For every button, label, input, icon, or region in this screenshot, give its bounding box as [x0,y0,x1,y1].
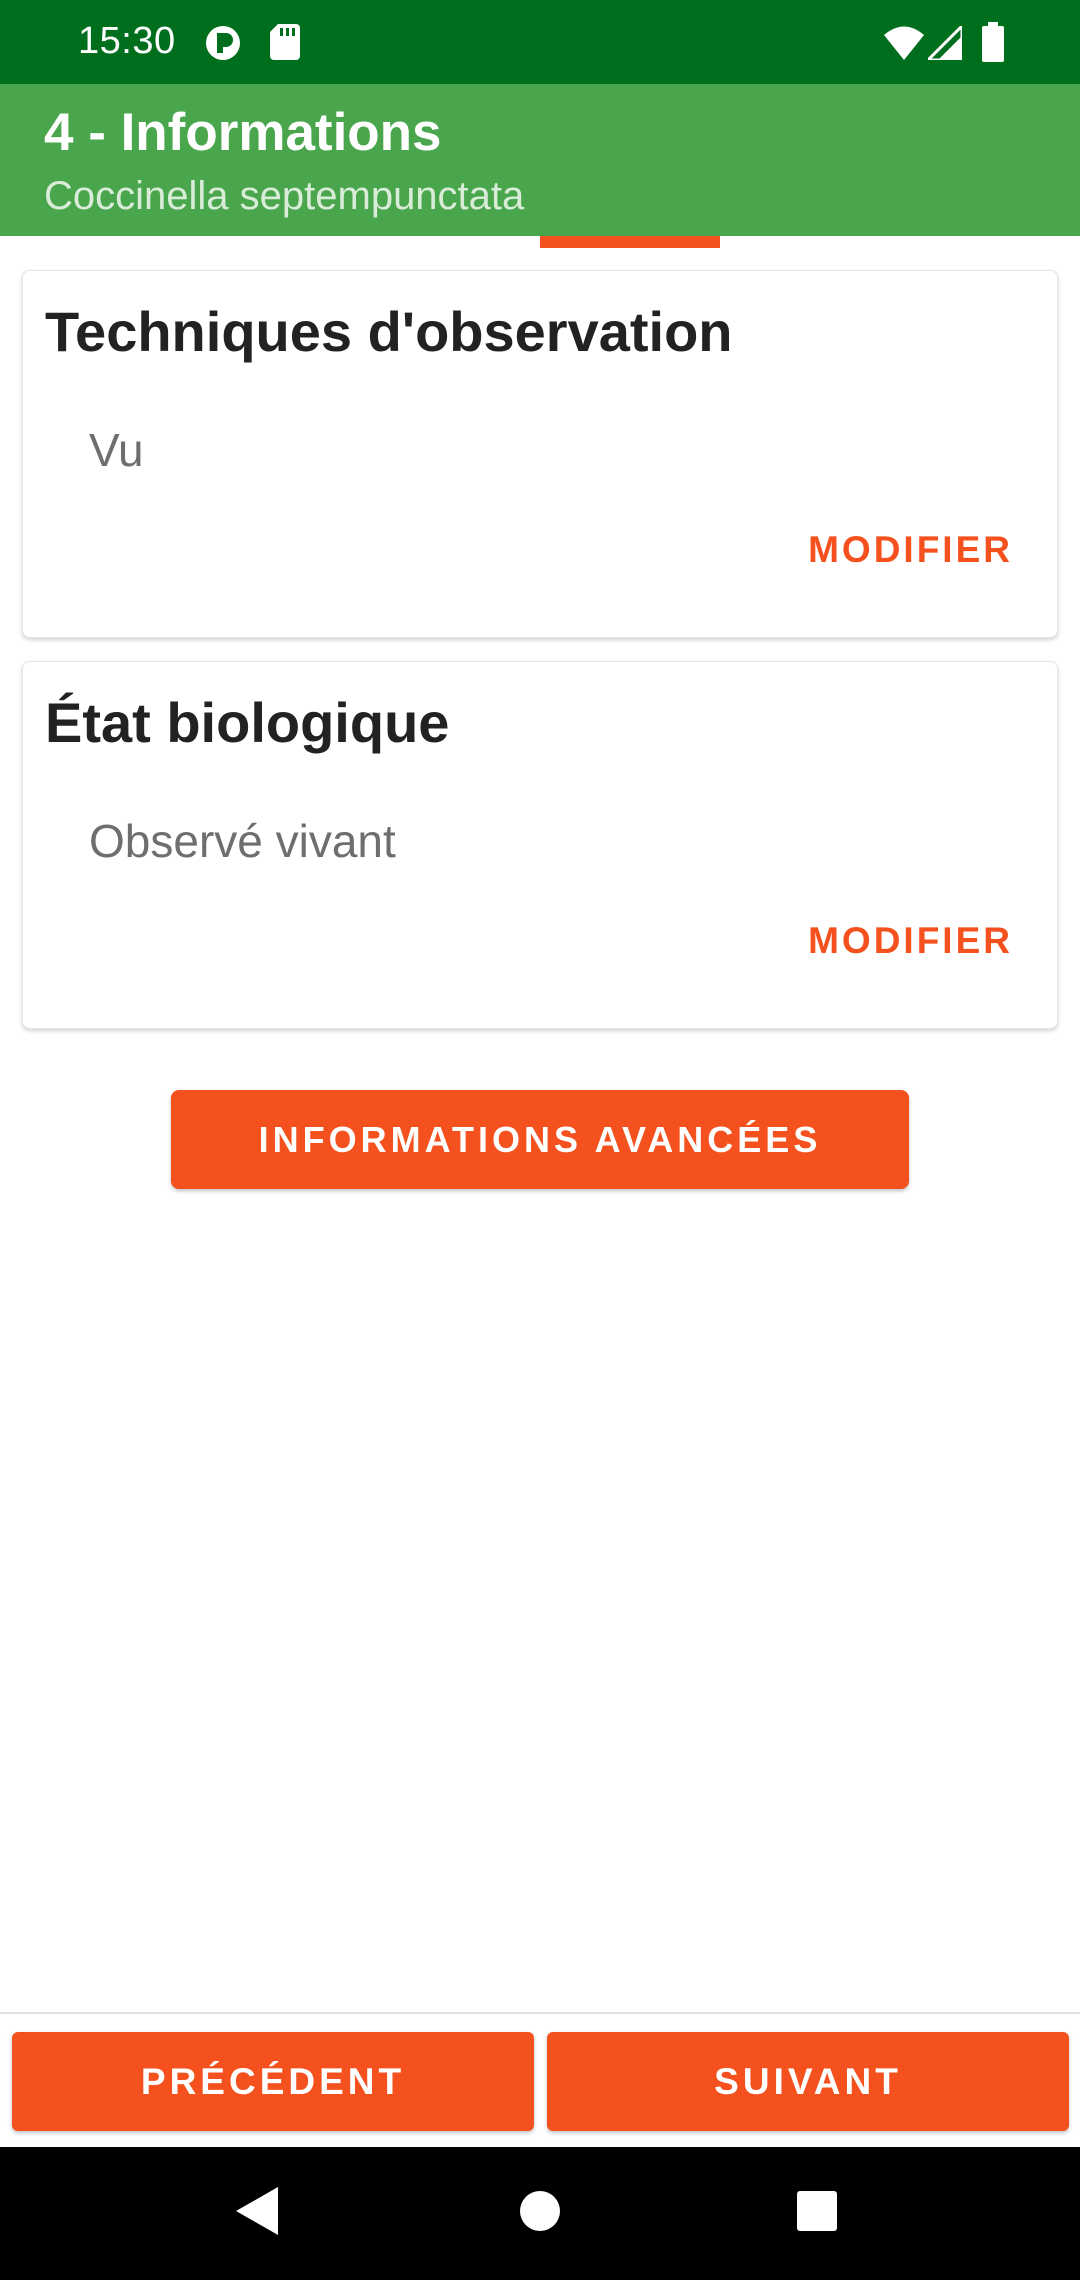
wifi-icon [884,26,924,60]
bottom-divider [0,2012,1080,2014]
vpn-key-icon [204,24,242,62]
recents-icon[interactable] [797,2191,837,2231]
sd-card-icon [270,24,300,60]
advanced-info-button[interactable]: INFORMATIONS AVANCÉES [171,1090,909,1189]
app-bar: 4 - Informations Coccinella septempuncta… [0,84,1080,236]
tab-indicator [540,236,720,248]
signal-icon [928,26,962,60]
previous-button[interactable]: PRÉCÉDENT [12,2032,534,2131]
home-icon[interactable] [519,2187,561,2235]
system-nav-bar [0,2147,1080,2280]
biological-state-card: État biologique Observé vivant MODIFIER [22,661,1058,1029]
status-bar: 15:30 [0,0,1080,84]
back-icon[interactable] [236,2187,278,2235]
modify-biological-state-button[interactable]: MODIFIER [808,920,1013,962]
status-time: 15:30 [78,20,176,62]
screen: 15:30 4 - Informations Coccinella septem… [0,0,1080,2280]
card-value: Vu [89,424,144,476]
next-button[interactable]: SUIVANT [547,2032,1069,2131]
page-title: 4 - Informations [44,103,442,162]
battery-icon [982,22,1004,62]
page-subtitle: Coccinella septempunctata [44,174,525,218]
card-title: État biologique [45,691,450,754]
modify-observation-button[interactable]: MODIFIER [808,529,1013,571]
observation-technique-card: Techniques d'observation Vu MODIFIER [22,270,1058,638]
card-value: Observé vivant [89,815,396,867]
card-title: Techniques d'observation [45,300,733,363]
